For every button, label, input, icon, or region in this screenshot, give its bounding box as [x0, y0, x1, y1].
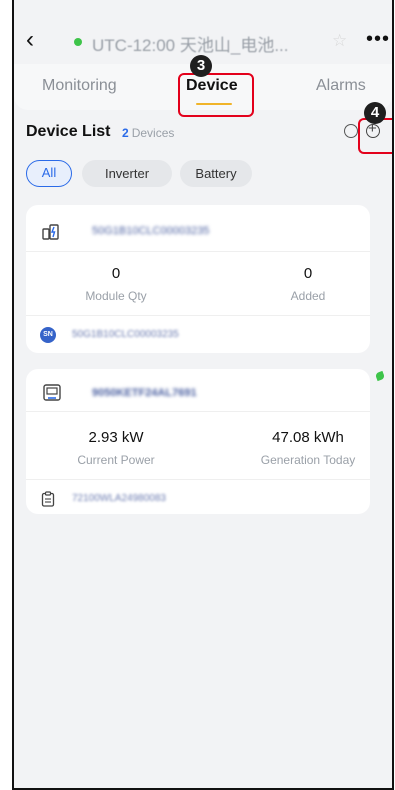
card-divider — [26, 251, 370, 252]
card-divider — [26, 315, 370, 316]
filter-all[interactable]: All — [26, 160, 72, 187]
filter-battery[interactable]: Battery — [180, 160, 252, 187]
device-serial: 50G1B10CLC00003235 — [92, 225, 210, 237]
card-divider — [26, 411, 370, 412]
app-frame: ‹ UTC-12:00 天池山_电池... ☆ ••• Monitoring D… — [12, 0, 394, 790]
current-power-value: 2.93 kW — [88, 429, 144, 446]
leaf-icon — [374, 370, 386, 382]
device-card-battery[interactable]: 50G1B10CLC00003235 0 Module Qty 0 Added … — [26, 205, 370, 353]
annotation-number-3: 3 — [190, 55, 212, 77]
site-title[interactable]: UTC-12:00 天池山_电池... — [92, 31, 289, 56]
device-count: 2 Devices — [122, 126, 174, 140]
tab-monitoring[interactable]: Monitoring — [42, 77, 117, 95]
annotation-number-4: 4 — [364, 102, 386, 124]
clipboard-icon — [41, 491, 55, 507]
module-serial: 50G1B10CLC00003235 — [72, 329, 179, 340]
filter-inverter[interactable]: Inverter — [82, 160, 172, 187]
module-qty-label: Module Qty — [85, 289, 147, 303]
star-icon[interactable]: ☆ — [332, 31, 347, 51]
chevron-left-icon[interactable]: ‹ — [26, 28, 34, 52]
module-qty-value: 0 — [111, 265, 121, 282]
battery-module-icon — [42, 224, 59, 240]
generation-today-label: Generation Today — [260, 453, 356, 467]
card-divider — [26, 479, 370, 480]
device-count-suffix: Devices — [131, 126, 175, 140]
device-serial: 9050KETF24AL7691 — [92, 387, 197, 399]
dongle-serial: 72100WLA24980083 — [72, 493, 166, 504]
current-power-label: Current Power — [77, 453, 155, 467]
inverter-icon — [43, 384, 61, 401]
search-icon[interactable] — [344, 124, 358, 138]
tab-alarms[interactable]: Alarms — [316, 77, 366, 95]
added-value: 0 — [303, 265, 313, 282]
added-label: Added — [290, 289, 326, 303]
device-tab-annotation-box — [178, 73, 254, 117]
device-count-number: 2 — [122, 126, 129, 140]
generation-today-value: 47.08 kWh — [272, 429, 344, 446]
device-card-inverter[interactable]: 9050KETF24AL7691 2.93 kW Current Power 4… — [26, 369, 370, 514]
sn-badge: SN — [40, 327, 56, 343]
more-icon[interactable]: ••• — [366, 28, 390, 51]
device-list-title: Device List — [26, 123, 111, 140]
online-status-dot — [74, 38, 82, 46]
